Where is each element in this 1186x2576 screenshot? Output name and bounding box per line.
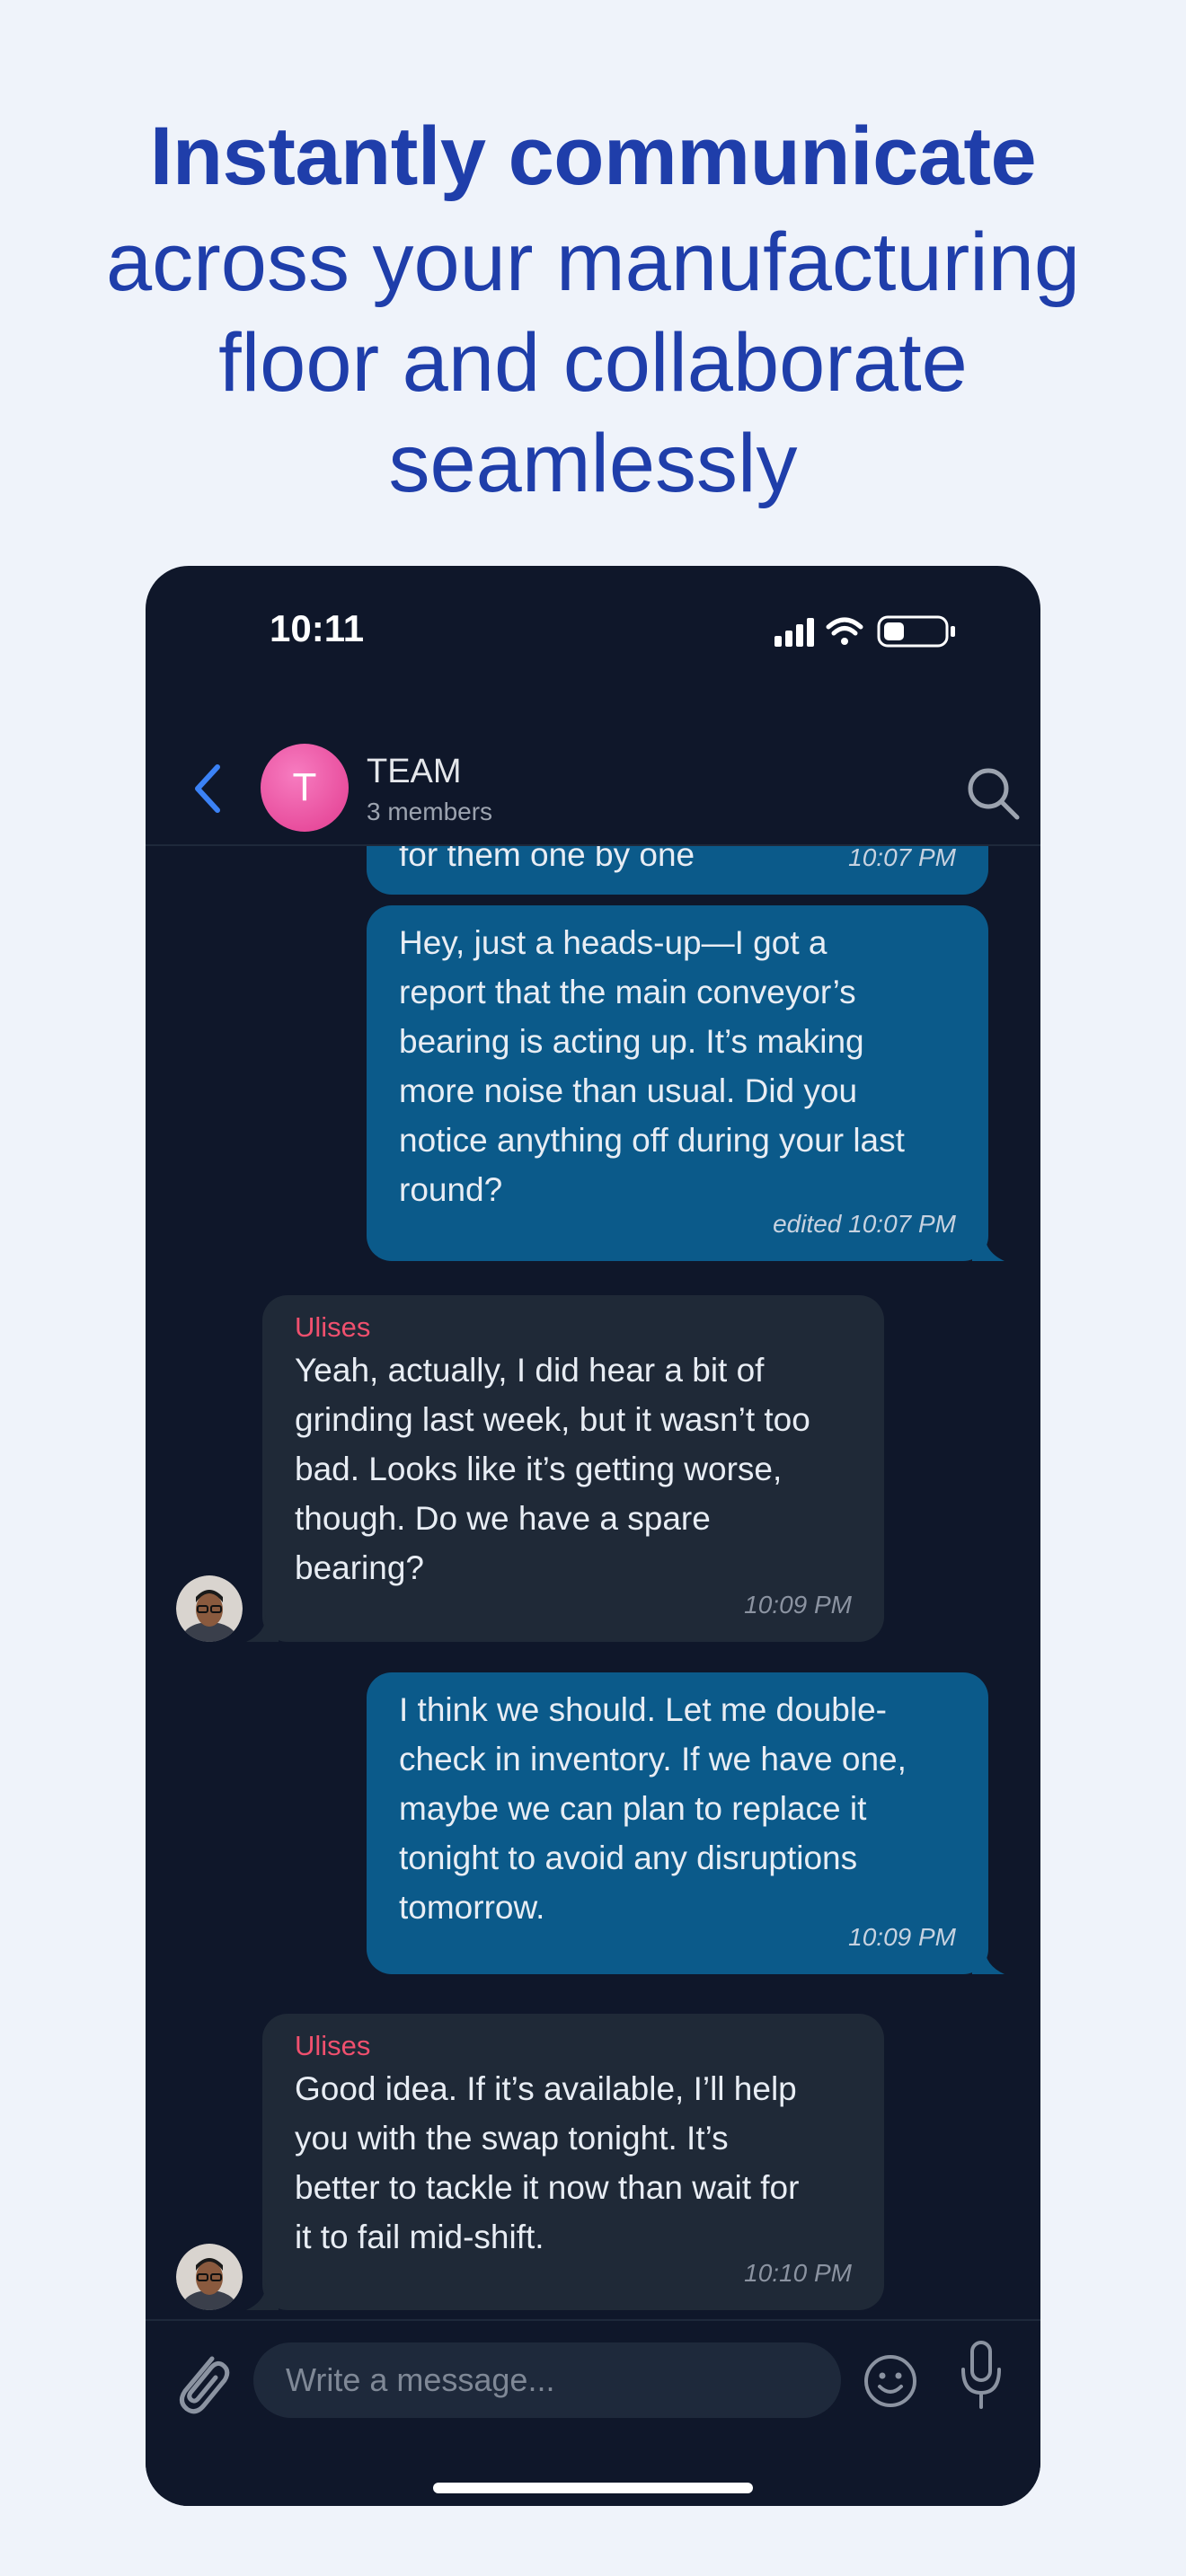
message-list: for them one by one 10:07 PM Hey, just a… xyxy=(146,844,1040,2346)
marketing-headline: Instantly communicate across your manufa… xyxy=(0,101,1186,514)
message-time: 10:09 PM xyxy=(848,1923,956,1951)
bubble-tail xyxy=(972,1947,1005,1974)
user-avatar[interactable] xyxy=(176,2244,243,2310)
headline-line-2: floor and collaborate xyxy=(218,317,968,409)
sender-name: Ulises xyxy=(295,2030,371,2061)
status-time: 10:11 xyxy=(270,607,365,649)
message-text-line: Yeah, actually, I did hear a bit of xyxy=(295,1352,765,1389)
message-text-line: bad. Looks like it’s getting worse, xyxy=(295,1451,783,1487)
message-text-line: Good idea. If it’s available, I’ll help xyxy=(295,2070,797,2107)
message-time: 10:09 PM xyxy=(744,1591,852,1619)
message-text-line: though. Do we have a spare xyxy=(295,1500,711,1537)
message-bubble-outgoing[interactable]: Hey, just a heads-up—I got a report that… xyxy=(367,905,988,1261)
message-text-line: tonight to avoid any disruptions xyxy=(399,1839,858,1876)
message-text-line: report that the main conveyor’s xyxy=(399,974,856,1010)
user-avatar[interactable] xyxy=(176,1575,243,1642)
message-text-line: Hey, just a heads-up—I got a xyxy=(399,924,828,961)
headline-line-3: seamlessly xyxy=(388,418,798,509)
message-text-line: I think we should. Let me double- xyxy=(399,1691,887,1728)
message-bubble-incoming[interactable]: Ulises Good idea. If it’s available, I’l… xyxy=(262,2014,884,2310)
phone-screen: 10:11 T TEAM 3 members for them one by o… xyxy=(146,566,1040,2506)
chat-header: T TEAM 3 members xyxy=(146,692,1040,846)
paperclip-icon[interactable] xyxy=(173,2346,232,2418)
message-text-line: more noise than usual. Did you xyxy=(399,1072,858,1109)
emoji-icon[interactable] xyxy=(863,2353,918,2409)
message-time: edited 10:07 PM xyxy=(773,1210,956,1238)
message-text-line: better to tackle it now than wait for xyxy=(295,2169,800,2206)
message-text-line: you with the swap tonight. It’s xyxy=(295,2120,729,2157)
home-indicator xyxy=(433,2483,753,2493)
battery-icon xyxy=(877,615,955,648)
message-text-line: notice anything off during your last xyxy=(399,1122,905,1159)
search-icon[interactable] xyxy=(965,765,1021,821)
message-time: 10:07 PM xyxy=(848,844,956,871)
sender-name: Ulises xyxy=(295,1311,371,1343)
message-bubble-outgoing[interactable]: I think we should. Let me double- check … xyxy=(367,1672,988,1974)
message-input[interactable]: Write a message... xyxy=(253,2342,841,2418)
message-text-line: grinding last week, but it wasn’t too xyxy=(295,1401,810,1438)
headline-line-1: across your manufacturing xyxy=(105,216,1081,308)
back-arrow-icon[interactable] xyxy=(190,762,223,816)
message-text-line: maybe we can plan to replace it xyxy=(399,1790,867,1827)
wifi-icon xyxy=(826,617,863,645)
bubble-tail xyxy=(972,1234,1005,1261)
status-icons xyxy=(774,615,955,648)
message-time: 10:10 PM xyxy=(744,2259,852,2287)
bubble-tail xyxy=(246,2283,279,2310)
message-bubble-incoming[interactable]: Ulises Yeah, actually, I did hear a bit … xyxy=(262,1295,884,1642)
chat-title[interactable]: TEAM xyxy=(367,753,462,791)
message-text-line: bearing is acting up. It’s making xyxy=(399,1023,864,1060)
message-bubble-outgoing[interactable]: for them one by one 10:07 PM xyxy=(367,844,988,895)
message-text-line: check in inventory. If we have one, xyxy=(399,1741,907,1778)
microphone-icon[interactable] xyxy=(960,2341,1003,2411)
bubble-tail xyxy=(246,1615,279,1642)
headline-bold: Instantly communicate xyxy=(149,110,1037,202)
composer-bar: Write a message... xyxy=(146,2319,1040,2506)
team-avatar[interactable]: T xyxy=(261,744,349,832)
signal-icon xyxy=(774,618,814,647)
member-count: 3 members xyxy=(367,798,493,825)
